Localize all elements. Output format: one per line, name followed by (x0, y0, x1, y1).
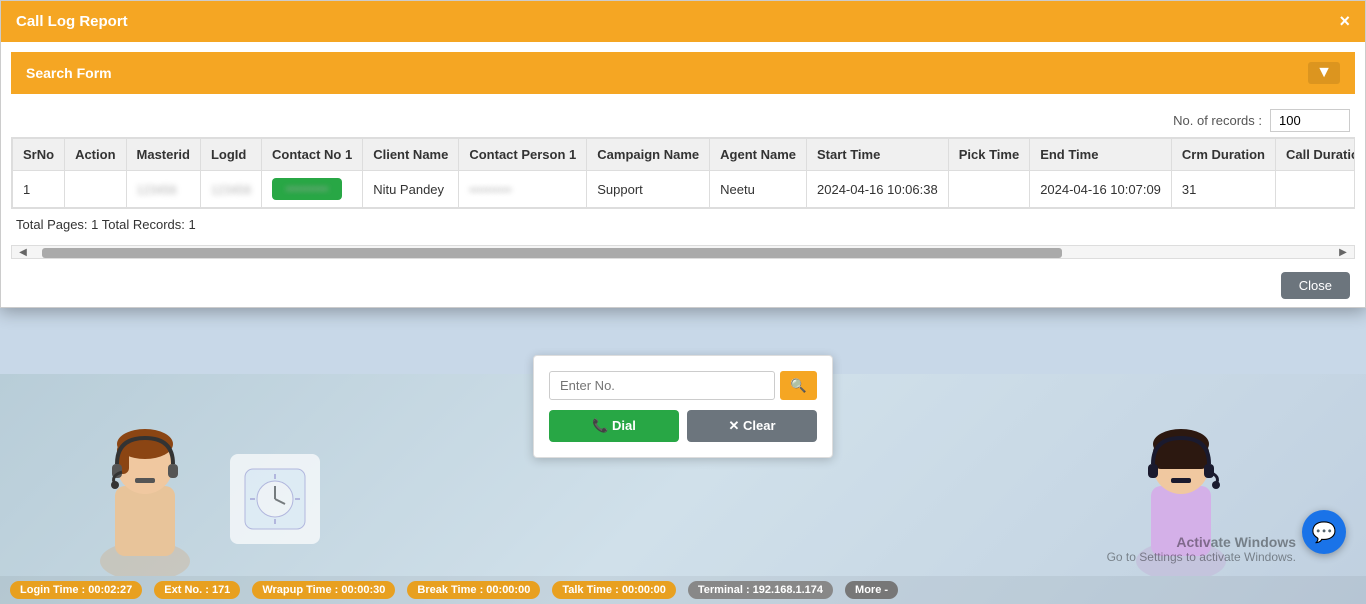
cell-client-name: Nitu Pandey (363, 171, 459, 208)
activate-windows-notice: Activate Windows Go to Settings to activ… (1107, 534, 1296, 564)
dial-buttons-row: 📞 Dial ✕ Clear (549, 410, 817, 442)
table-container: SrNo Action Masterid LogId Contact No 1 … (11, 137, 1355, 209)
cell-crm-duration: 31 (1171, 171, 1275, 208)
scroll-left-arrow[interactable]: ◀ (12, 246, 34, 258)
activate-windows-subtitle: Go to Settings to activate Windows. (1107, 550, 1296, 564)
cell-contact-no[interactable]: •••••••••• (262, 171, 363, 208)
phone-number-input[interactable] (549, 371, 775, 400)
col-start-time: Start Time (807, 139, 949, 171)
scrollbar-thumb[interactable] (42, 248, 1062, 258)
table-header-row: SrNo Action Masterid LogId Contact No 1 … (13, 139, 1356, 171)
total-records-label: Total Records: (102, 217, 185, 232)
dial-input-row: 🔍 (549, 371, 817, 400)
col-logid: LogId (200, 139, 261, 171)
close-action-button[interactable]: Close (1281, 272, 1350, 299)
call-log-dialog: Call Log Report × Search Form ▼ No. of r… (0, 0, 1366, 308)
scroll-right-arrow[interactable]: ▶ (1332, 246, 1354, 258)
login-time-badge: Login Time : 00:02:27 (10, 581, 142, 599)
dial-panel: 🔍 📞 Dial ✕ Clear (533, 355, 833, 458)
dial-search-button[interactable]: 🔍 (780, 371, 817, 400)
records-input[interactable] (1270, 109, 1350, 132)
cell-call-duration (1275, 171, 1355, 208)
activate-windows-title: Activate Windows (1107, 534, 1296, 550)
ext-no-badge: Ext No. : 171 (154, 581, 240, 599)
cell-end-time: 2024-04-16 10:07:09 (1030, 171, 1172, 208)
cell-logid: 123456 (200, 171, 261, 208)
records-label: No. of records : (1173, 113, 1262, 128)
search-form-bar[interactable]: Search Form ▼ (11, 52, 1355, 94)
search-form-label: Search Form (26, 65, 112, 81)
call-log-table: SrNo Action Masterid LogId Contact No 1 … (12, 138, 1355, 208)
cell-action (65, 171, 126, 208)
col-agent-name: Agent Name (710, 139, 807, 171)
records-row: No. of records : (1, 104, 1365, 137)
cell-masterid: 123456 (126, 171, 200, 208)
total-records-value: 1 (189, 217, 196, 232)
chevron-down-icon: ▼ (1308, 62, 1340, 84)
col-contact-person: Contact Person 1 (459, 139, 587, 171)
talk-time-badge: Talk Time : 00:00:00 (552, 581, 676, 599)
col-action: Action (65, 139, 126, 171)
dialog-close-button[interactable]: × (1339, 11, 1350, 32)
cell-campaign-name: Support (587, 171, 710, 208)
col-masterid: Masterid (126, 139, 200, 171)
more-badge[interactable]: More - (845, 581, 898, 599)
horizontal-scrollbar[interactable]: ◀ ▶ (11, 245, 1355, 259)
cell-agent-name: Neetu (710, 171, 807, 208)
total-pages-value: 1 (91, 217, 98, 232)
chat-button[interactable]: 💬 (1302, 510, 1346, 554)
col-crm-duration: Crm Duration (1171, 139, 1275, 171)
close-button-row: Close (1, 264, 1365, 307)
cell-start-time: 2024-04-16 10:06:38 (807, 171, 949, 208)
col-client-name: Client Name (363, 139, 459, 171)
contact-button[interactable]: •••••••••• (272, 178, 342, 200)
cell-contact-person: •••••••••• (459, 171, 587, 208)
clear-button[interactable]: ✕ Clear (687, 410, 817, 442)
status-bar: Login Time : 00:02:27 Ext No. : 171 Wrap… (0, 576, 1366, 604)
dialog-title: Call Log Report (16, 13, 128, 30)
worker-left-illustration (80, 406, 210, 576)
table-row: 1 123456 123456 •••••••••• Nitu Pandey •… (13, 171, 1356, 208)
title-bar: Call Log Report × (1, 1, 1365, 42)
terminal-badge: Terminal : 192.168.1.174 (688, 581, 833, 599)
break-time-badge: Break Time : 00:00:00 (407, 581, 540, 599)
clock-decoration (230, 454, 320, 544)
cell-pick-time (948, 171, 1029, 208)
col-srno: SrNo (13, 139, 65, 171)
col-contact-no: Contact No 1 (262, 139, 363, 171)
dial-button[interactable]: 📞 Dial (549, 410, 679, 442)
col-end-time: End Time (1030, 139, 1172, 171)
col-pick-time: Pick Time (948, 139, 1029, 171)
col-call-duration: Call Duration (1275, 139, 1355, 171)
total-pages: Total Pages: 1 Total Records: 1 (1, 209, 1365, 240)
total-pages-label: Total Pages: (16, 217, 88, 232)
wrapup-time-badge: Wrapup Time : 00:00:30 (252, 581, 395, 599)
col-campaign-name: Campaign Name (587, 139, 710, 171)
cell-srno: 1 (13, 171, 65, 208)
